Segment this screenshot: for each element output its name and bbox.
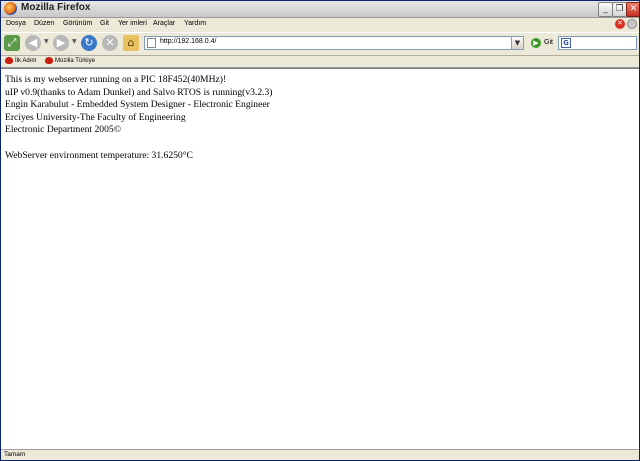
reload-button[interactable]: ↻ (81, 35, 97, 51)
navigation-toolbar: ⤢ ◀ ▼ ▶ ▼ ↻ ✕ ⌂ http://192.168.0.4/ ▼ ▶ … (1, 32, 639, 56)
back-dropdown-icon[interactable]: ▼ (44, 38, 49, 45)
title-bar: Mozilla Firefox _ ❐ ✕ (1, 1, 639, 18)
content-line: Electronic Department 2005© (5, 124, 121, 136)
search-input[interactable]: G (558, 36, 637, 50)
temperature-line: WebServer environment temperature: 31.62… (5, 149, 193, 161)
page-content: This is my webserver running on a PIC 18… (1, 68, 639, 449)
throbber-icon (627, 19, 637, 29)
page-icon (147, 38, 156, 48)
bookmark-label: Mozilla Türkiye (55, 57, 95, 64)
menu-edit[interactable]: Düzen (34, 20, 54, 27)
bookmarks-toolbar: İlk Adım Mozilla Türkiye (1, 55, 639, 68)
search-engine-icon[interactable]: G (561, 38, 571, 48)
page-text: This is my webserver running on a PIC 18… (5, 74, 273, 162)
content-line: This is my webserver running on a PIC 18… (5, 74, 227, 85)
maximize-button[interactable]: ❐ (612, 2, 627, 17)
content-line: uIP v0.9(thanks to Adam Dunkel) and Salv… (5, 86, 273, 98)
address-bar[interactable]: http://192.168.0.4/ ▼ (144, 36, 524, 50)
menu-go[interactable]: Git (100, 20, 109, 27)
status-text: Tamam (4, 451, 26, 458)
window-title: Mozilla Firefox (21, 2, 91, 13)
content-line: Erciyes University-The Faculty of Engine… (5, 111, 186, 123)
menu-tools[interactable]: Araçlar (153, 20, 175, 27)
chevron-down-icon[interactable]: ▼ (511, 37, 523, 49)
browser-window: Mozilla Firefox _ ❐ ✕ Dosya Düzen Görünü… (0, 0, 640, 461)
stop-button[interactable]: ✕ (102, 35, 118, 51)
close-button[interactable]: ✕ (626, 2, 639, 17)
minimize-button[interactable]: _ (598, 2, 613, 17)
forward-dropdown-icon[interactable]: ▼ (72, 38, 77, 45)
menu-help[interactable]: Yardım (184, 20, 206, 27)
content-line (5, 137, 273, 150)
menu-file[interactable]: Dosya (6, 20, 26, 27)
menu-bar: Dosya Düzen Görünüm Git Yer imleri Araçl… (1, 18, 639, 32)
firefox-icon (4, 2, 17, 15)
menu-bookmarks[interactable]: Yer imleri (118, 20, 147, 27)
url-text[interactable]: http://192.168.0.4/ (160, 38, 216, 45)
stop-small-icon[interactable]: ✕ (615, 19, 625, 29)
menu-view[interactable]: Görünüm (63, 20, 92, 27)
bookmark-label: İlk Adım (15, 57, 37, 64)
forward-button[interactable]: ▶ (53, 35, 69, 51)
content-line: Engin Karabulut - Embedded System Design… (5, 99, 270, 111)
go-icon[interactable]: ▶ (531, 38, 541, 48)
bookmark-item[interactable]: İlk Adım (5, 57, 36, 64)
new-window-icon[interactable]: ⤢ (4, 35, 20, 51)
bookmark-icon (45, 57, 53, 64)
home-button[interactable]: ⌂ (123, 35, 139, 51)
status-bar: Tamam (1, 449, 639, 460)
bookmark-icon (5, 57, 13, 64)
bookmark-item[interactable]: Mozilla Türkiye (45, 57, 95, 64)
go-button[interactable]: Git (544, 39, 553, 46)
back-button[interactable]: ◀ (25, 35, 41, 51)
